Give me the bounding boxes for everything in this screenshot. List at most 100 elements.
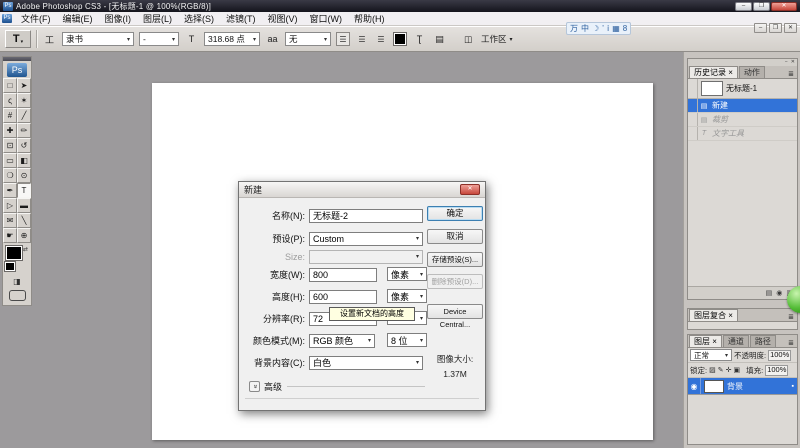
history-state[interactable]: ▤ 裁剪 — [688, 113, 797, 127]
close-button[interactable]: ✕ — [771, 1, 797, 11]
tool-gradient[interactable]: ◧ — [17, 153, 31, 168]
font-size-select[interactable]: 318.68 点 ▾ — [204, 32, 260, 46]
dialog-close-button[interactable]: ✕ — [460, 184, 480, 195]
tool-lasso[interactable]: ς — [3, 93, 17, 108]
menu-help[interactable]: 帮助(H) — [348, 12, 391, 26]
tool-slice[interactable]: ╱ — [17, 108, 31, 123]
doc-close-button[interactable]: ✕ — [784, 23, 797, 33]
ime-halfwidth-icon[interactable]: ☽ — [592, 23, 599, 34]
cancel-button[interactable]: 取消 — [427, 229, 483, 244]
tab-layers[interactable]: 图层 × — [689, 335, 722, 347]
tool-magic-wand[interactable]: ✶ — [17, 93, 31, 108]
anti-alias-select[interactable]: 无 ▾ — [285, 32, 331, 46]
opacity-value[interactable]: 100% — [768, 349, 792, 361]
ime-softkeyboard-icon[interactable]: ⅰ — [607, 23, 609, 34]
device-central-button[interactable]: Device Central... — [427, 304, 483, 329]
minimize-button[interactable]: – — [735, 1, 752, 11]
quick-mask-button[interactable]: ◨ — [3, 275, 31, 288]
expand-advanced-button[interactable]: » — [249, 381, 260, 392]
history-brush-source-well[interactable] — [688, 79, 698, 98]
maximize-button[interactable]: ❐ — [753, 1, 770, 11]
blend-mode-select[interactable]: 正常 ▾ — [690, 349, 732, 361]
tool-dodge[interactable]: ⊙ — [17, 168, 31, 183]
go-to-bridge-button[interactable]: ◫ — [464, 34, 472, 45]
ime-tool-icon[interactable]: 8 — [623, 23, 627, 34]
doc-restore-button[interactable]: ❐ — [769, 23, 782, 33]
panel-menu-icon[interactable]: ≣ — [786, 339, 796, 347]
tool-zoom[interactable]: ⊕ — [17, 228, 31, 243]
width-input[interactable]: 800 — [309, 267, 377, 282]
screen-mode-button[interactable] — [8, 290, 26, 301]
lock-position-icon[interactable]: ✛ — [726, 366, 732, 374]
height-unit-select[interactable]: 像素 ▾ — [387, 289, 427, 303]
tool-move[interactable]: ➤ — [17, 78, 31, 93]
name-input[interactable]: 无标题-2 — [309, 208, 423, 223]
tool-shape[interactable]: ▬ — [17, 198, 31, 213]
tool-blur[interactable]: ❍ — [3, 168, 17, 183]
text-color-swatch[interactable] — [393, 32, 407, 46]
dialog-titlebar[interactable]: 新建 ✕ — [239, 182, 485, 198]
tool-pen[interactable]: ✒ — [3, 183, 17, 198]
align-left-button[interactable]: ☰ — [336, 32, 350, 46]
lock-all-icon[interactable]: ▣ — [733, 366, 740, 374]
tool-clone-stamp[interactable]: ⊡ — [3, 138, 17, 153]
ime-punctuation-icon[interactable]: ’ — [602, 23, 604, 34]
tool-rectangular-marquee[interactable]: □ — [3, 78, 17, 93]
save-preset-button[interactable]: 存储预设(S)... — [427, 252, 483, 267]
ime-board-icon[interactable]: ▦ — [612, 23, 620, 34]
width-unit-select[interactable]: 像素 ▾ — [387, 267, 427, 281]
tab-channels[interactable]: 通道 — [722, 335, 749, 347]
background-color-swatch[interactable] — [5, 262, 15, 271]
ime-language-bar[interactable]: 万 中 ☽ ’ ⅰ ▦ 8 — [566, 22, 632, 35]
layer-row-background[interactable]: ◉ 背景 ▪ — [688, 378, 797, 395]
menu-image[interactable]: 图像(I) — [99, 12, 138, 26]
tool-healing-brush[interactable]: ✚ — [3, 123, 17, 138]
font-style-select[interactable]: - ▾ — [139, 32, 179, 46]
tool-path-selection[interactable]: ▷ — [3, 198, 17, 213]
tool-brush[interactable]: ✏ — [17, 123, 31, 138]
tool-hand[interactable]: ☛ — [3, 228, 17, 243]
warp-text-icon[interactable]: Ʈ — [412, 32, 427, 47]
foreground-color-swatch[interactable] — [6, 246, 22, 260]
align-right-button[interactable]: ☰ — [374, 32, 388, 46]
history-brush-source-well[interactable] — [688, 113, 698, 126]
ime-mode-icon[interactable]: 万 — [570, 23, 578, 34]
panel-menu-icon[interactable]: ≣ — [786, 313, 796, 321]
new-document-from-state-icon[interactable]: ▤ — [766, 289, 773, 297]
close-icon[interactable]: ✕ — [791, 60, 795, 65]
height-input[interactable]: 600 — [309, 289, 377, 304]
history-brush-source-well[interactable] — [688, 99, 698, 112]
history-snapshot-row[interactable]: 无标题-1 — [688, 79, 797, 99]
visibility-eye-icon[interactable]: ◉ — [688, 378, 701, 394]
tool-type[interactable]: T — [17, 183, 31, 198]
tab-layer-comps[interactable]: 图层复合 × — [689, 309, 738, 321]
menu-view[interactable]: 视图(V) — [262, 12, 304, 26]
menu-window[interactable]: 窗口(W) — [304, 12, 349, 26]
tab-history[interactable]: 历史记录 × — [689, 66, 738, 78]
ps-menu-icon[interactable]: Ps — [2, 14, 12, 23]
swap-colors-icon[interactable]: ⇄ — [23, 246, 28, 253]
tool-crop[interactable]: # — [3, 108, 17, 123]
toggle-palettes-icon[interactable]: ▤ — [432, 32, 447, 47]
tool-history-brush[interactable]: ↺ — [17, 138, 31, 153]
collapse-icon[interactable]: − — [785, 60, 788, 65]
fill-value[interactable]: 100% — [765, 364, 789, 376]
tool-eraser[interactable]: ▭ — [3, 153, 17, 168]
tool-eyedropper[interactable]: ╲ — [17, 213, 31, 228]
menu-edit[interactable]: 编辑(E) — [57, 12, 99, 26]
lock-pixels-icon[interactable]: ✎ — [718, 366, 724, 374]
tab-actions[interactable]: 动作 — [738, 66, 765, 78]
menu-select[interactable]: 选择(S) — [178, 12, 220, 26]
preset-select[interactable]: Custom ▾ — [309, 231, 423, 246]
tool-notes[interactable]: ✉ — [3, 213, 17, 228]
tool-preset-picker[interactable]: T ▾ — [5, 30, 31, 48]
menu-file[interactable]: 文件(F) — [15, 12, 57, 26]
font-family-select[interactable]: 隶书 ▾ — [62, 32, 134, 46]
ime-chinese-icon[interactable]: 中 — [581, 23, 589, 34]
new-snapshot-icon[interactable]: ◉ — [776, 289, 782, 297]
lock-transparency-icon[interactable]: ▨ — [709, 366, 716, 374]
ok-button[interactable]: 确定 — [427, 206, 483, 221]
tab-paths[interactable]: 路径 — [749, 335, 776, 347]
menu-filter[interactable]: 滤镜(T) — [220, 12, 262, 26]
workspace-button[interactable]: 工作区 ▾ — [481, 33, 513, 45]
